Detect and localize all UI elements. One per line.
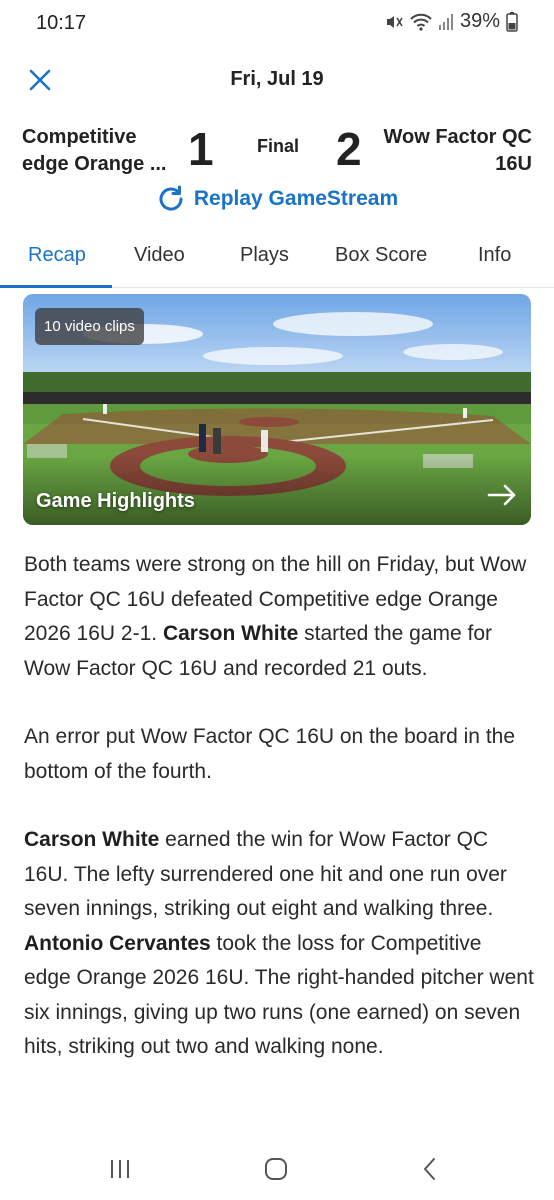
recap-paragraph-3: Carson White earned the win for Wow Fact… xyxy=(24,828,534,1058)
tab-recap[interactable]: Recap xyxy=(28,244,86,267)
arrow-right-icon xyxy=(487,484,517,511)
recent-apps-button[interactable] xyxy=(100,1154,140,1184)
home-icon xyxy=(265,1158,287,1180)
home-button[interactable] xyxy=(256,1154,296,1184)
back-button[interactable] xyxy=(410,1154,450,1184)
away-team-name[interactable]: Wow Factor QC 16U xyxy=(382,124,532,178)
header: Fri, Jul 19 xyxy=(0,56,554,104)
replay-label: Replay GameStream xyxy=(193,187,399,210)
player-link-carson-white[interactable]: Carson White xyxy=(163,622,298,645)
status-time: 10:17 xyxy=(36,12,87,34)
recent-apps-icon xyxy=(111,1160,129,1178)
home-team-name[interactable]: Competitive edge Orange ... xyxy=(22,124,182,178)
recap-paragraph-2: An error put Wow Factor QC 16U on the bo… xyxy=(24,725,516,783)
system-navigation-bar xyxy=(0,1136,554,1200)
game-recap-article: Both teams were strong on the hill on Fr… xyxy=(24,548,534,1099)
away-team-score: 2 xyxy=(336,123,362,175)
player-link-antonio-cervantes[interactable]: Antonio Cervantes xyxy=(24,932,211,955)
replay-gamestream-button[interactable]: Replay GameStream xyxy=(0,182,554,216)
game-highlights-video-card[interactable]: 10 video clips Game Highlights xyxy=(23,294,531,525)
tab-box-score[interactable]: Box Score xyxy=(335,244,427,267)
refresh-icon xyxy=(159,185,183,211)
status-icons: 39% xyxy=(384,10,518,33)
video-clips-badge: 10 video clips xyxy=(35,308,144,345)
battery-icon xyxy=(506,11,518,32)
back-icon xyxy=(424,1158,435,1180)
tab-info[interactable]: Info xyxy=(478,244,511,267)
game-date: Fri, Jul 19 xyxy=(230,68,324,90)
scoreboard: Competitive edge Orange ... 1 Final 2 Wo… xyxy=(0,118,554,182)
signal-icon xyxy=(438,13,454,31)
battery-percent: 39% xyxy=(459,10,500,32)
mute-icon xyxy=(384,12,404,32)
status-bar: 10:17 39% xyxy=(0,0,554,48)
wifi-icon xyxy=(410,12,432,32)
active-tab-indicator xyxy=(0,285,112,288)
video-title: Game Highlights xyxy=(36,490,195,512)
player-link-carson-white[interactable]: Carson White xyxy=(24,828,159,851)
tab-video[interactable]: Video xyxy=(134,244,185,267)
tab-bar: Recap Video Plays Box Score Info xyxy=(0,230,554,288)
tab-plays[interactable]: Plays xyxy=(240,244,289,267)
home-team-score: 1 xyxy=(188,123,214,175)
recap-paragraph-1: Both teams were strong on the hill on Fr… xyxy=(24,553,527,680)
game-status: Final xyxy=(256,136,299,156)
